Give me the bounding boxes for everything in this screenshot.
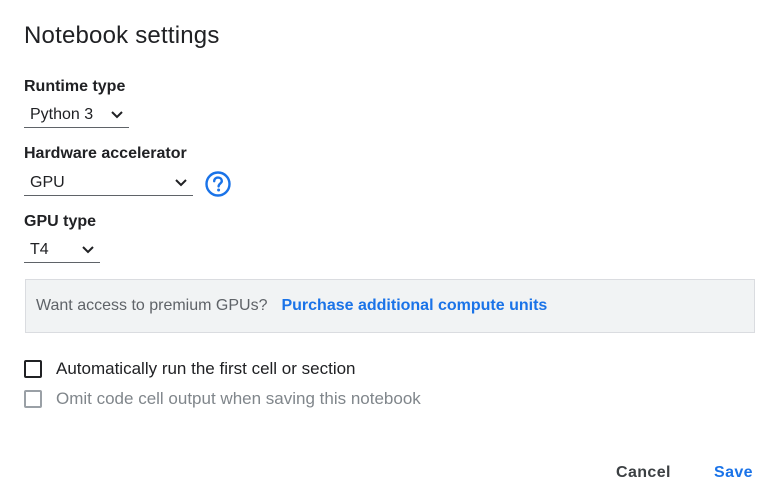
auto-run-option[interactable]: Automatically run the first cell or sect… <box>24 359 356 379</box>
premium-gpu-banner: Want access to premium GPUs? Purchase ad… <box>25 279 755 333</box>
omit-output-label: Omit code cell output when saving this n… <box>56 389 421 408</box>
auto-run-checkbox[interactable] <box>24 360 42 378</box>
runtime-type-select[interactable]: Python 3 <box>24 102 129 128</box>
auto-run-label: Automatically run the first cell or sect… <box>56 359 356 378</box>
help-circle-icon[interactable] <box>204 170 232 198</box>
runtime-type-value: Python 3 <box>30 105 94 123</box>
chevron-down-icon <box>173 175 189 191</box>
chevron-down-icon <box>80 242 96 258</box>
gpu-type-select[interactable]: T4 <box>24 237 100 263</box>
save-button[interactable]: Save <box>714 460 753 486</box>
dialog-title: Notebook settings <box>24 22 220 49</box>
purchase-compute-units-link[interactable]: Purchase additional compute units <box>281 297 547 315</box>
chevron-down-icon <box>109 107 125 123</box>
gpu-type-value: T4 <box>30 240 49 258</box>
premium-gpu-text: Want access to premium GPUs? <box>36 297 268 314</box>
omit-output-checkbox[interactable] <box>24 390 42 408</box>
gpu-type-label: GPU type <box>24 213 97 230</box>
notebook-settings-dialog: Notebook settings Runtime type Python 3 … <box>0 0 782 502</box>
cancel-button[interactable]: Cancel <box>616 460 671 486</box>
runtime-type-label: Runtime type <box>24 78 126 95</box>
omit-output-option[interactable]: Omit code cell output when saving this n… <box>24 389 421 409</box>
hardware-accelerator-value: GPU <box>30 173 65 191</box>
hardware-accelerator-label: Hardware accelerator <box>24 145 187 162</box>
hardware-accelerator-select[interactable]: GPU <box>24 170 193 196</box>
